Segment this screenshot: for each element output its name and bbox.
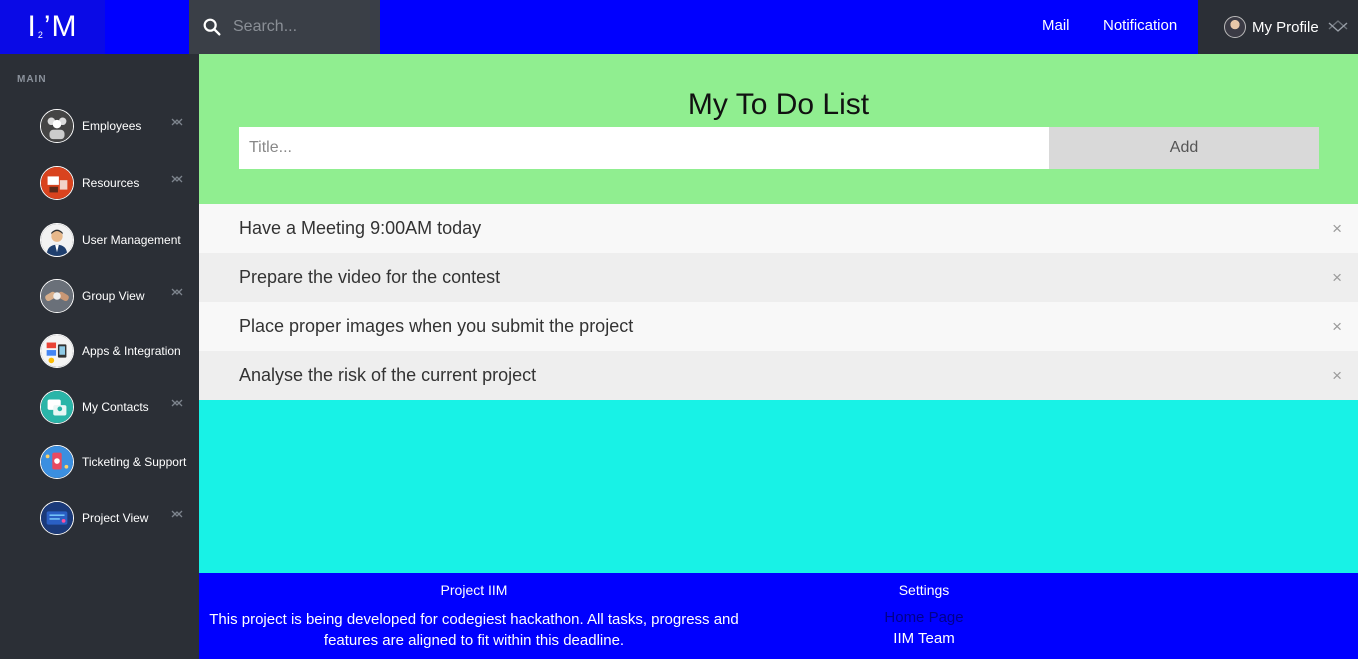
sidebar-section-header: MAIN bbox=[17, 74, 47, 85]
sidebar-item-label: My Contacts bbox=[82, 400, 149, 414]
add-button[interactable]: Add bbox=[1049, 127, 1319, 169]
chevron-icon bbox=[171, 118, 183, 126]
logo-text-left: I bbox=[27, 10, 37, 43]
chevron-down-icon bbox=[1328, 20, 1348, 32]
profile-menu[interactable]: My Profile bbox=[1198, 0, 1358, 54]
sidebar-item-label: User Management bbox=[82, 233, 181, 247]
todo-item[interactable]: Prepare the video for the contest × bbox=[199, 253, 1358, 302]
profile-avatar bbox=[1224, 16, 1246, 38]
sidebar-item-apps-integration[interactable]: Apps & Integration bbox=[40, 333, 199, 369]
footer-settings-title: Settings bbox=[898, 582, 950, 598]
sidebar-item-resources[interactable]: Resources bbox=[40, 165, 199, 201]
app-logo[interactable]: I 2 ’M bbox=[0, 0, 105, 54]
todo-item[interactable]: Analyse the risk of the current project … bbox=[199, 351, 1358, 400]
footer-link-team[interactable]: IIM Team bbox=[824, 630, 1024, 647]
footer-project-title: Project IIM bbox=[440, 582, 508, 598]
chevron-icon bbox=[171, 175, 183, 183]
todo-item-text: Prepare the video for the contest bbox=[239, 267, 501, 287]
resources-icon bbox=[40, 166, 74, 200]
search-icon[interactable] bbox=[201, 16, 223, 38]
search-bar bbox=[189, 0, 380, 54]
todo-item[interactable]: Have a Meeting 9:00AM today × bbox=[199, 204, 1358, 253]
chevron-icon bbox=[171, 510, 183, 518]
chevron-icon bbox=[171, 288, 183, 296]
contacts-icon bbox=[40, 390, 74, 424]
sidebar-item-label: Resources bbox=[82, 176, 140, 190]
logo-text-sub: 2 bbox=[37, 30, 43, 40]
sidebar: MAIN Employees Resources User Management… bbox=[0, 54, 199, 659]
sidebar-item-project-view[interactable]: Project View bbox=[40, 500, 199, 536]
todo-item[interactable]: Place proper images when you submit the … bbox=[199, 302, 1358, 351]
logo-text-right: ’M bbox=[43, 10, 78, 43]
sidebar-item-label: Ticketing & Support bbox=[82, 455, 187, 469]
sidebar-item-ticketing-support[interactable]: Ticketing & Support bbox=[40, 444, 199, 480]
sidebar-item-label: Group View bbox=[82, 289, 145, 303]
todo-title-input[interactable] bbox=[239, 127, 1049, 169]
apps-icon bbox=[40, 334, 74, 368]
todo-header: My To Do List Add bbox=[199, 54, 1358, 204]
chevron-icon bbox=[171, 399, 183, 407]
mail-link[interactable]: Mail bbox=[1042, 17, 1070, 34]
footer-description: This project is being developed for code… bbox=[209, 611, 739, 649]
todo-item-text: Have a Meeting 9:00AM today bbox=[239, 218, 482, 238]
footer: Project IIM This project is being develo… bbox=[199, 573, 1358, 659]
todo-list: Have a Meeting 9:00AM today × Prepare th… bbox=[199, 204, 1358, 400]
user-icon bbox=[40, 223, 74, 257]
sidebar-item-user-management[interactable]: User Management bbox=[40, 222, 199, 258]
close-icon[interactable]: × bbox=[1332, 268, 1342, 288]
employees-icon bbox=[40, 109, 74, 143]
footer-link-home[interactable]: Home Page bbox=[824, 609, 1024, 626]
top-navbar: I 2 ’M Mail Notification My Profile bbox=[0, 0, 1358, 54]
search-input[interactable] bbox=[231, 17, 375, 37]
notification-link[interactable]: Notification bbox=[1103, 17, 1177, 34]
todo-item-text: Place proper images when you submit the … bbox=[239, 316, 634, 336]
close-icon[interactable]: × bbox=[1332, 366, 1342, 386]
sidebar-item-label: Employees bbox=[82, 119, 142, 133]
ticket-icon bbox=[40, 445, 74, 479]
page-title: My To Do List bbox=[687, 88, 870, 121]
sidebar-item-my-contacts[interactable]: My Contacts bbox=[40, 389, 199, 425]
todo-item-text: Analyse the risk of the current project bbox=[239, 365, 537, 385]
sidebar-item-employees[interactable]: Employees bbox=[40, 108, 199, 144]
close-icon[interactable]: × bbox=[1332, 219, 1342, 239]
project-icon bbox=[40, 501, 74, 535]
sidebar-item-group-view[interactable]: Group View bbox=[40, 278, 199, 314]
group-icon bbox=[40, 279, 74, 313]
content-area bbox=[199, 400, 1358, 573]
sidebar-item-label: Project View bbox=[82, 511, 149, 525]
sidebar-item-label: Apps & Integration bbox=[82, 344, 181, 358]
profile-label: My Profile bbox=[1252, 18, 1319, 36]
close-icon[interactable]: × bbox=[1332, 317, 1342, 337]
